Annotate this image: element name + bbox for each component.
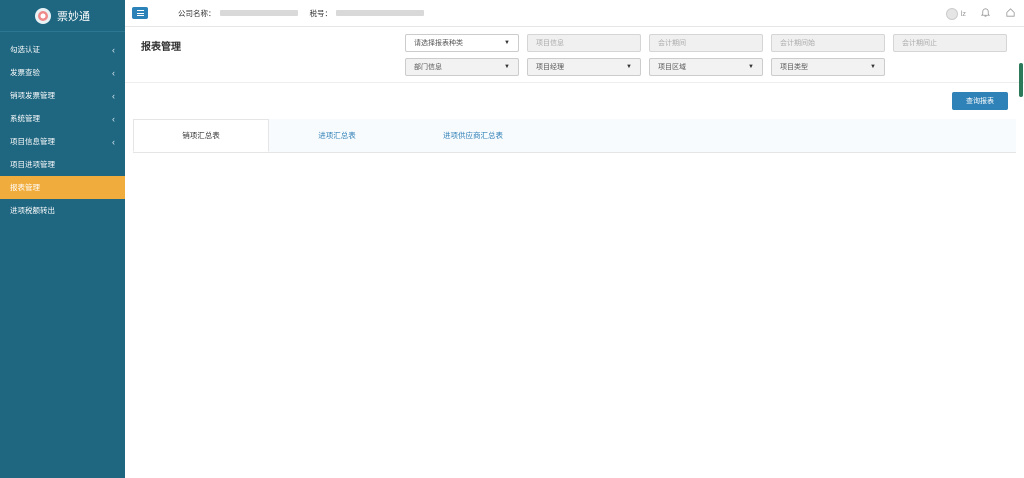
sidebar-item-xitong[interactable]: 系统管理 ‹ [0, 107, 125, 130]
department-value: 部门信息 [414, 64, 442, 71]
caret-down-icon: ▼ [626, 64, 632, 70]
sidebar-item-jinxiang-zhuanchu[interactable]: 进项税额转出 [0, 199, 125, 222]
project-manager-select[interactable]: 项目经理 ▼ [527, 58, 641, 76]
project-manager-value: 项目经理 [536, 64, 564, 71]
user-menu[interactable]: lz [945, 7, 966, 20]
project-type-select[interactable]: 项目类型 ▼ [771, 58, 885, 76]
top-header: 公司名称： 税号： lz [125, 0, 1024, 27]
company-name-label: 公司名称： [178, 8, 216, 18]
brand[interactable]: 票妙通 [0, 0, 125, 32]
chevron-left-icon: ‹ [112, 113, 115, 124]
report-tabs: 销项汇总表 进项汇总表 进项供应商汇总表 [133, 119, 1016, 153]
sidebar-item-label: 勾选认证 [10, 45, 40, 54]
user-name: lz [960, 9, 966, 18]
period-input[interactable]: 会计期间 [649, 34, 763, 52]
sidebar-item-baobiao[interactable]: 报表管理 [0, 176, 125, 199]
bell-icon[interactable] [980, 7, 991, 20]
page-title: 报表管理 [141, 42, 181, 53]
company-name-value-redacted [219, 10, 298, 16]
sidebar-item-label: 销项发票管理 [10, 91, 55, 100]
sidebar-item-label: 进项税额转出 [10, 206, 55, 215]
sidebar-item-label: 项目信息管理 [10, 137, 55, 146]
sidebar-item-label: 项目进项管理 [10, 160, 55, 169]
brand-name: 票妙通 [57, 10, 90, 23]
department-select[interactable]: 部门信息 ▼ [405, 58, 519, 76]
project-info-placeholder: 项目信息 [536, 40, 564, 47]
chevron-left-icon: ‹ [112, 67, 115, 78]
period-start-input[interactable]: 会计期间始 [771, 34, 885, 52]
sidebar-item-gouxuan[interactable]: 勾选认证 ‹ [0, 38, 125, 61]
tab-purchase-summary[interactable]: 进项汇总表 [269, 119, 405, 152]
tab-supplier-summary[interactable]: 进项供应商汇总表 [405, 119, 541, 152]
menu-toggle-button[interactable] [132, 7, 148, 19]
report-type-value: 请选择报表种类 [414, 40, 463, 47]
sidebar-nav: 勾选认证 ‹ 发票查验 ‹ 销项发票管理 ‹ 系统管理 ‹ 项目信息管理 ‹ 项… [0, 38, 125, 222]
filter-area: 报表管理 请选择报表种类 ▼ 项目信息 会计期间 会计期间始 会计期间止 部门信… [125, 27, 1024, 83]
tab-sales-summary[interactable]: 销项汇总表 [133, 119, 269, 152]
period-end-input[interactable]: 会计期间止 [893, 34, 1007, 52]
scrollbar-thumb[interactable] [1019, 63, 1023, 97]
period-start-placeholder: 会计期间始 [780, 40, 815, 47]
caret-down-icon: ▼ [504, 64, 510, 70]
caret-down-icon: ▼ [504, 40, 510, 46]
project-info-input[interactable]: 项目信息 [527, 34, 641, 52]
tax-id-label: 税号： [309, 8, 333, 18]
sidebar-item-label: 系统管理 [10, 114, 40, 123]
sidebar-item-label: 发票查验 [10, 68, 40, 77]
query-report-button[interactable]: 查询报表 [952, 92, 1008, 110]
home-icon[interactable] [1005, 7, 1016, 20]
caret-down-icon: ▼ [870, 64, 876, 70]
avatar [945, 7, 958, 20]
project-region-select[interactable]: 项目区域 ▼ [649, 58, 763, 76]
chevron-left-icon: ‹ [112, 90, 115, 101]
project-region-value: 项目区域 [658, 64, 686, 71]
project-type-value: 项目类型 [780, 64, 808, 71]
sidebar-item-fapiao-chayan[interactable]: 发票查验 ‹ [0, 61, 125, 84]
sidebar-item-xiangmu-xinxi[interactable]: 项目信息管理 ‹ [0, 130, 125, 153]
report-type-select[interactable]: 请选择报表种类 ▼ [405, 34, 519, 52]
tax-id-value-redacted [336, 10, 424, 16]
period-placeholder: 会计期间 [658, 40, 686, 47]
main-content: 报表管理 请选择报表种类 ▼ 项目信息 会计期间 会计期间始 会计期间止 部门信… [125, 27, 1024, 478]
sidebar-item-xiaoxiang-fapiao[interactable]: 销项发票管理 ‹ [0, 84, 125, 107]
sidebar-item-xiangmu-jinxiang[interactable]: 项目进项管理 [0, 153, 125, 176]
period-end-placeholder: 会计期间止 [902, 40, 937, 47]
header-actions: lz [945, 0, 1016, 27]
sidebar: 票妙通 勾选认证 ‹ 发票查验 ‹ 销项发票管理 ‹ 系统管理 ‹ 项目信息管理… [0, 0, 125, 478]
chevron-left-icon: ‹ [112, 136, 115, 147]
chevron-left-icon: ‹ [112, 44, 115, 55]
brand-logo-icon [35, 7, 51, 24]
sidebar-item-label: 报表管理 [10, 183, 40, 192]
hamburger-icon [136, 10, 144, 11]
caret-down-icon: ▼ [748, 64, 754, 70]
